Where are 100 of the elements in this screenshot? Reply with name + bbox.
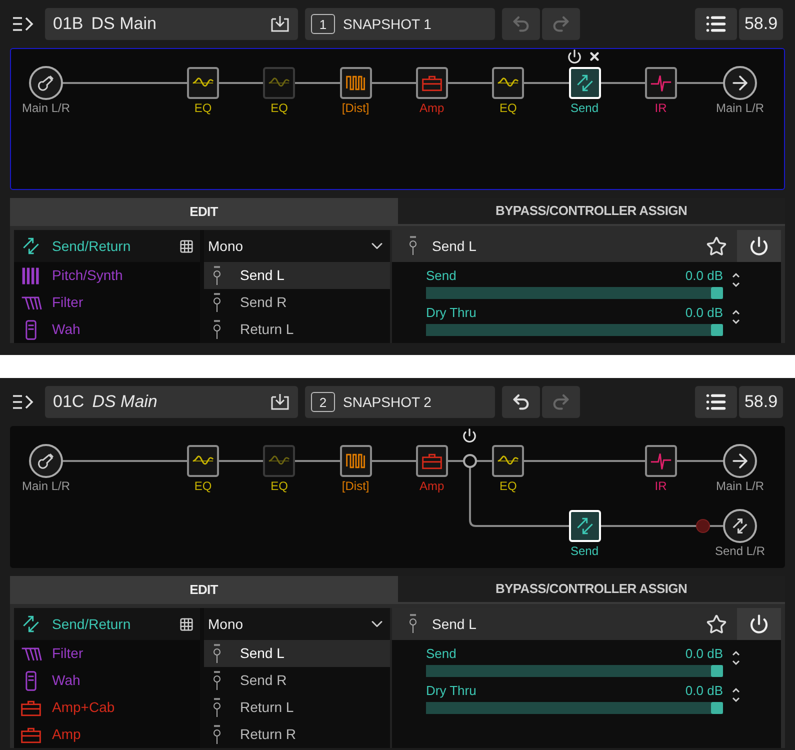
mode-dropdown[interactable]: Mono [204, 230, 390, 262]
split-node[interactable] [463, 454, 477, 468]
category-item[interactable]: Filter [14, 289, 200, 316]
amp-block[interactable] [416, 445, 448, 477]
tempo-button[interactable]: 58.9 [739, 386, 783, 418]
grid-icon[interactable] [179, 616, 194, 632]
list-icon [705, 391, 727, 413]
block-label: [Dist] [342, 102, 370, 114]
param-slider[interactable] [426, 702, 723, 714]
param-label: Send [426, 268, 456, 284]
model-item[interactable]: Return L [204, 316, 390, 343]
power-button[interactable] [737, 608, 781, 640]
menu-icon[interactable] [12, 394, 34, 410]
grid-icon[interactable] [179, 238, 194, 254]
mode-dropdown[interactable]: Mono [204, 608, 390, 640]
camera-icon: 2 [311, 392, 335, 412]
send-arrows-icon [20, 613, 42, 635]
output-icon[interactable] [723, 66, 757, 100]
block-label: EQ [270, 480, 288, 492]
block-label: IR [654, 480, 667, 492]
preset-name: DS Main [91, 13, 156, 36]
tab[interactable]: EDIT [10, 198, 398, 226]
preset-field[interactable]: 01B DS Main [45, 8, 298, 40]
send-arrows-icon [20, 235, 42, 257]
param-slider[interactable] [426, 287, 723, 299]
list-button[interactable] [695, 386, 737, 418]
param-value: 0.0 dB [685, 646, 723, 662]
snapshot-button[interactable]: 2 SNAPSHOT 2 [305, 386, 495, 418]
send-block[interactable] [568, 67, 600, 99]
preset-field[interactable]: 01C DS Main [45, 386, 298, 418]
category-item[interactable]: Wah [14, 667, 200, 694]
slider-thumb[interactable] [711, 702, 723, 714]
amp-block[interactable] [416, 67, 448, 99]
param-label: Dry Thru [426, 305, 476, 321]
category-item[interactable]: Pitch/Synth [14, 262, 200, 289]
model-item[interactable]: Send R [204, 289, 390, 316]
model-item[interactable]: Send L [204, 262, 390, 289]
send-block[interactable] [568, 510, 600, 542]
param-slider[interactable] [426, 324, 723, 336]
param-value: 0.0 dB [685, 305, 723, 321]
stepper-icon[interactable] [731, 686, 741, 704]
param-slider[interactable] [426, 665, 723, 677]
preset-name: DS Main [92, 391, 158, 414]
star-icon[interactable] [706, 614, 727, 634]
category-item[interactable]: Wah [14, 316, 200, 343]
star-icon[interactable] [706, 236, 727, 256]
send-output-icon[interactable] [723, 509, 757, 543]
preset-number: 01C [53, 391, 84, 414]
eq-block[interactable] [187, 67, 219, 99]
jack-icon [212, 724, 222, 744]
dist-block[interactable] [340, 67, 372, 99]
stepper-icon[interactable] [731, 270, 741, 288]
ir-block[interactable] [644, 67, 677, 99]
category-item[interactable]: Filter [14, 640, 200, 667]
stepper-icon[interactable] [731, 648, 741, 666]
power-button[interactable] [737, 230, 781, 262]
jack-icon [212, 266, 222, 286]
eq-block[interactable] [187, 445, 219, 477]
block-label: Send [570, 102, 599, 114]
model-item[interactable]: Send R [204, 667, 390, 694]
jack-icon [212, 320, 222, 340]
undo-button[interactable] [502, 386, 540, 418]
category-item[interactable]: Amp+Cab [14, 694, 200, 721]
slider-thumb[interactable] [711, 665, 723, 677]
close-icon[interactable] [588, 50, 600, 63]
eq-block[interactable] [492, 445, 524, 477]
model-item[interactable]: Return L [204, 694, 390, 721]
save-icon[interactable] [270, 15, 290, 33]
model-item[interactable]: Return R [204, 721, 390, 748]
tab[interactable]: BYPASS/CONTROLLER ASSIGN [398, 576, 785, 604]
stepper-icon[interactable] [731, 308, 741, 326]
block-label: EQ [270, 102, 288, 114]
block-label: Amp [420, 102, 444, 114]
jack-icon [408, 614, 418, 634]
output-icon[interactable] [723, 444, 757, 478]
input-icon[interactable] [29, 66, 63, 100]
power-icon [749, 614, 769, 634]
save-icon[interactable] [270, 393, 290, 411]
preset-number: 01B [53, 13, 84, 36]
category-item[interactable]: Send/Return [14, 230, 200, 262]
dist-block[interactable] [340, 445, 372, 477]
list-icon [705, 13, 727, 35]
list-button[interactable] [695, 8, 737, 40]
snapshot-button[interactable]: 1 SNAPSHOT 1 [305, 8, 495, 40]
power-icon[interactable] [462, 428, 477, 443]
tempo-button[interactable]: 58.9 [739, 8, 783, 40]
input-icon[interactable] [29, 444, 63, 478]
menu-icon[interactable] [12, 16, 34, 32]
tab[interactable]: BYPASS/CONTROLLER ASSIGN [398, 198, 785, 226]
category-item[interactable]: Amp [14, 721, 200, 748]
slider-thumb[interactable] [711, 287, 723, 299]
slider-thumb[interactable] [711, 324, 723, 336]
power-icon [749, 236, 769, 256]
tab[interactable]: EDIT [10, 576, 398, 604]
power-icon[interactable] [566, 49, 582, 64]
block-label: EQ [194, 102, 212, 114]
eq-block[interactable] [492, 67, 524, 99]
category-item[interactable]: Send/Return [14, 608, 200, 640]
model-item[interactable]: Send L [204, 640, 390, 667]
ir-block[interactable] [644, 445, 677, 477]
